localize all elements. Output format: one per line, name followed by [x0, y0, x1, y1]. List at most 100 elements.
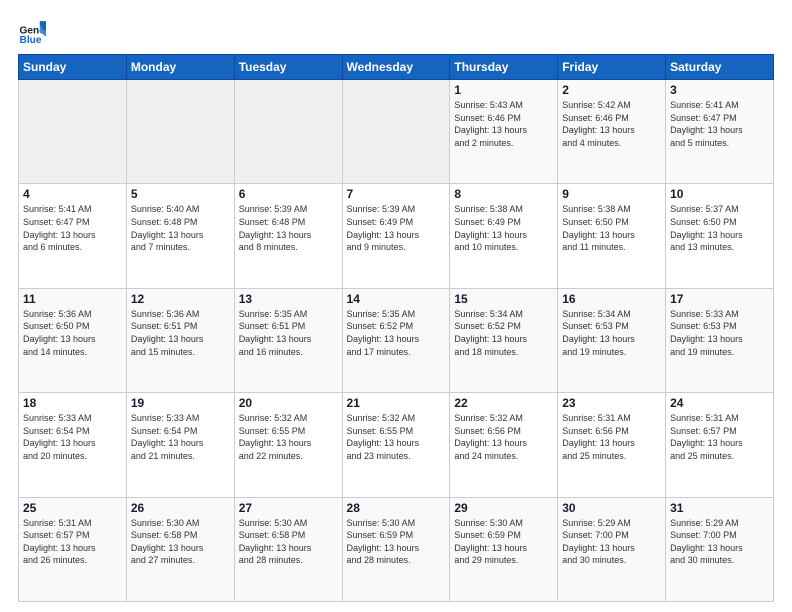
calendar-cell: [234, 80, 342, 184]
day-number: 28: [347, 501, 446, 515]
cell-content: Sunrise: 5:33 AM Sunset: 6:54 PM Dayligh…: [23, 412, 122, 462]
day-number: 11: [23, 292, 122, 306]
calendar-header-row: SundayMondayTuesdayWednesdayThursdayFrid…: [19, 55, 774, 80]
day-number: 7: [347, 187, 446, 201]
calendar-cell: 12 Sunrise: 5:36 AM Sunset: 6:51 PM Dayli…: [126, 288, 234, 392]
day-number: 4: [23, 187, 122, 201]
day-number: 18: [23, 396, 122, 410]
calendar-week-row: 18 Sunrise: 5:33 AM Sunset: 6:54 PM Dayli…: [19, 393, 774, 497]
calendar-cell: 19 Sunrise: 5:33 AM Sunset: 6:54 PM Dayli…: [126, 393, 234, 497]
cell-content: Sunrise: 5:35 AM Sunset: 6:52 PM Dayligh…: [347, 308, 446, 358]
day-number: 25: [23, 501, 122, 515]
cell-content: Sunrise: 5:42 AM Sunset: 6:46 PM Dayligh…: [562, 99, 661, 149]
calendar-cell: 23 Sunrise: 5:31 AM Sunset: 6:56 PM Dayli…: [558, 393, 666, 497]
day-number: 26: [131, 501, 230, 515]
cell-content: Sunrise: 5:37 AM Sunset: 6:50 PM Dayligh…: [670, 203, 769, 253]
calendar-cell: 9Sunrise: 5:38 AM Sunset: 6:50 PM Daylig…: [558, 184, 666, 288]
calendar-cell: 5Sunrise: 5:40 AM Sunset: 6:48 PM Daylig…: [126, 184, 234, 288]
cell-content: Sunrise: 5:31 AM Sunset: 6:57 PM Dayligh…: [23, 517, 122, 567]
calendar-cell: 25 Sunrise: 5:31 AM Sunset: 6:57 PM Dayli…: [19, 497, 127, 601]
calendar-week-row: 4 Sunrise: 5:41 AM Sunset: 6:47 PM Daylig…: [19, 184, 774, 288]
day-number: 30: [562, 501, 661, 515]
day-number: 22: [454, 396, 553, 410]
calendar-cell: 13Sunrise: 5:35 AM Sunset: 6:51 PM Dayli…: [234, 288, 342, 392]
cell-content: Sunrise: 5:34 AM Sunset: 6:52 PM Dayligh…: [454, 308, 553, 358]
logo-icon: General Blue: [18, 18, 46, 46]
calendar-cell: 29 Sunrise: 5:30 AM Sunset: 6:59 PM Dayli…: [450, 497, 558, 601]
cell-content: Sunrise: 5:39 AM Sunset: 6:48 PM Dayligh…: [239, 203, 338, 253]
header: General Blue: [18, 18, 774, 46]
cell-content: Sunrise: 5:31 AM Sunset: 6:56 PM Dayligh…: [562, 412, 661, 462]
day-number: 2: [562, 83, 661, 97]
day-number: 27: [239, 501, 338, 515]
calendar-cell: 11 Sunrise: 5:36 AM Sunset: 6:50 PM Dayli…: [19, 288, 127, 392]
calendar-cell: 24 Sunrise: 5:31 AM Sunset: 6:57 PM Dayli…: [666, 393, 774, 497]
weekday-header: Monday: [126, 55, 234, 80]
cell-content: Sunrise: 5:34 AM Sunset: 6:53 PM Dayligh…: [562, 308, 661, 358]
day-number: 19: [131, 396, 230, 410]
day-number: 29: [454, 501, 553, 515]
cell-content: Sunrise: 5:39 AM Sunset: 6:49 PM Dayligh…: [347, 203, 446, 253]
calendar-week-row: 25 Sunrise: 5:31 AM Sunset: 6:57 PM Dayli…: [19, 497, 774, 601]
calendar-cell: [342, 80, 450, 184]
cell-content: Sunrise: 5:29 AM Sunset: 7:00 PM Dayligh…: [670, 517, 769, 567]
day-number: 12: [131, 292, 230, 306]
calendar-cell: 27 Sunrise: 5:30 AM Sunset: 6:58 PM Dayli…: [234, 497, 342, 601]
calendar-cell: 20 Sunrise: 5:32 AM Sunset: 6:55 PM Dayli…: [234, 393, 342, 497]
calendar-cell: 8 Sunrise: 5:38 AM Sunset: 6:49 PM Daylig…: [450, 184, 558, 288]
cell-content: Sunrise: 5:29 AM Sunset: 7:00 PM Dayligh…: [562, 517, 661, 567]
day-number: 31: [670, 501, 769, 515]
day-number: 21: [347, 396, 446, 410]
calendar-cell: 2 Sunrise: 5:42 AM Sunset: 6:46 PM Daylig…: [558, 80, 666, 184]
day-number: 14: [347, 292, 446, 306]
cell-content: Sunrise: 5:38 AM Sunset: 6:49 PM Dayligh…: [454, 203, 553, 253]
day-number: 8: [454, 187, 553, 201]
calendar-cell: 30 Sunrise: 5:29 AM Sunset: 7:00 PM Dayli…: [558, 497, 666, 601]
cell-content: Sunrise: 5:33 AM Sunset: 6:54 PM Dayligh…: [131, 412, 230, 462]
day-number: 10: [670, 187, 769, 201]
cell-content: Sunrise: 5:35 AM Sunset: 6:51 PM Dayligh…: [239, 308, 338, 358]
calendar-cell: 18 Sunrise: 5:33 AM Sunset: 6:54 PM Dayli…: [19, 393, 127, 497]
cell-content: Sunrise: 5:32 AM Sunset: 6:55 PM Dayligh…: [239, 412, 338, 462]
calendar-week-row: 1Sunrise: 5:43 AM Sunset: 6:46 PM Daylig…: [19, 80, 774, 184]
calendar-cell: 6 Sunrise: 5:39 AM Sunset: 6:48 PM Daylig…: [234, 184, 342, 288]
cell-content: Sunrise: 5:32 AM Sunset: 6:56 PM Dayligh…: [454, 412, 553, 462]
calendar-cell: 7 Sunrise: 5:39 AM Sunset: 6:49 PM Daylig…: [342, 184, 450, 288]
weekday-header: Friday: [558, 55, 666, 80]
cell-content: Sunrise: 5:33 AM Sunset: 6:53 PM Dayligh…: [670, 308, 769, 358]
calendar-cell: 10 Sunrise: 5:37 AM Sunset: 6:50 PM Dayli…: [666, 184, 774, 288]
calendar-cell: 28 Sunrise: 5:30 AM Sunset: 6:59 PM Dayli…: [342, 497, 450, 601]
calendar-week-row: 11 Sunrise: 5:36 AM Sunset: 6:50 PM Dayli…: [19, 288, 774, 392]
page: General Blue SundayMondayTuesdayWednesda…: [0, 0, 792, 612]
calendar-cell: 15Sunrise: 5:34 AM Sunset: 6:52 PM Dayli…: [450, 288, 558, 392]
cell-content: Sunrise: 5:36 AM Sunset: 6:51 PM Dayligh…: [131, 308, 230, 358]
day-number: 24: [670, 396, 769, 410]
weekday-header: Tuesday: [234, 55, 342, 80]
weekday-header: Sunday: [19, 55, 127, 80]
cell-content: Sunrise: 5:32 AM Sunset: 6:55 PM Dayligh…: [347, 412, 446, 462]
day-number: 23: [562, 396, 661, 410]
calendar-cell: 22 Sunrise: 5:32 AM Sunset: 6:56 PM Dayli…: [450, 393, 558, 497]
cell-content: Sunrise: 5:30 AM Sunset: 6:58 PM Dayligh…: [239, 517, 338, 567]
calendar-cell: 21 Sunrise: 5:32 AM Sunset: 6:55 PM Dayli…: [342, 393, 450, 497]
cell-content: Sunrise: 5:36 AM Sunset: 6:50 PM Dayligh…: [23, 308, 122, 358]
cell-content: Sunrise: 5:41 AM Sunset: 6:47 PM Dayligh…: [670, 99, 769, 149]
cell-content: Sunrise: 5:30 AM Sunset: 6:59 PM Dayligh…: [347, 517, 446, 567]
cell-content: Sunrise: 5:41 AM Sunset: 6:47 PM Dayligh…: [23, 203, 122, 253]
svg-text:Blue: Blue: [20, 35, 42, 46]
calendar-cell: 17 Sunrise: 5:33 AM Sunset: 6:53 PM Dayli…: [666, 288, 774, 392]
cell-content: Sunrise: 5:31 AM Sunset: 6:57 PM Dayligh…: [670, 412, 769, 462]
weekday-header: Saturday: [666, 55, 774, 80]
weekday-header: Wednesday: [342, 55, 450, 80]
calendar-cell: [126, 80, 234, 184]
calendar-cell: 16Sunrise: 5:34 AM Sunset: 6:53 PM Dayli…: [558, 288, 666, 392]
day-number: 1: [454, 83, 553, 97]
cell-content: Sunrise: 5:30 AM Sunset: 6:59 PM Dayligh…: [454, 517, 553, 567]
day-number: 9: [562, 187, 661, 201]
calendar-cell: 14 Sunrise: 5:35 AM Sunset: 6:52 PM Dayli…: [342, 288, 450, 392]
day-number: 20: [239, 396, 338, 410]
calendar-cell: 31 Sunrise: 5:29 AM Sunset: 7:00 PM Dayli…: [666, 497, 774, 601]
calendar-table: SundayMondayTuesdayWednesdayThursdayFrid…: [18, 54, 774, 602]
day-number: 6: [239, 187, 338, 201]
day-number: 17: [670, 292, 769, 306]
